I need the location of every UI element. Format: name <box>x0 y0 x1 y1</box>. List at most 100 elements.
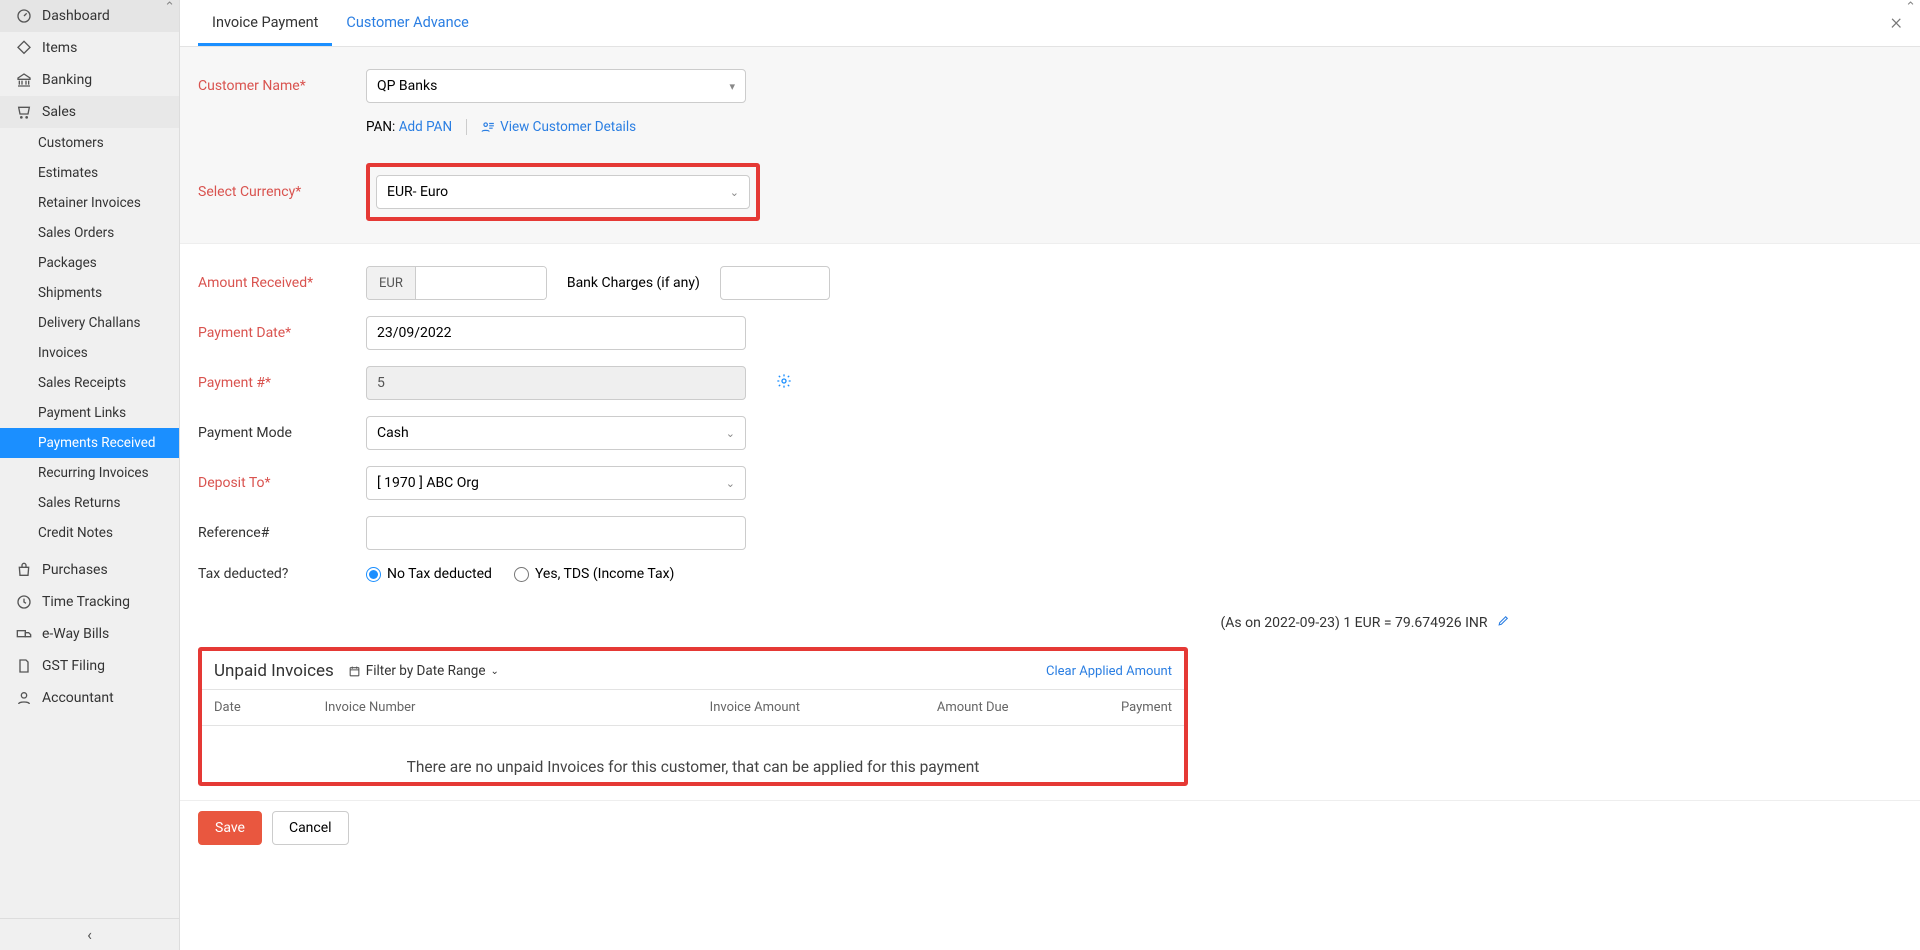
filter-date-range[interactable]: Filter by Date Range ⌄ <box>348 663 499 679</box>
clear-applied-amount[interactable]: Clear Applied Amount <box>1046 664 1172 679</box>
customer-name-value: QP Banks <box>377 78 437 94</box>
nav-label: Time Tracking <box>42 594 130 610</box>
customer-name-label: Customer Name* <box>198 78 366 94</box>
view-customer-link[interactable]: View Customer Details <box>481 119 636 135</box>
amount-input-group: EUR <box>366 266 547 300</box>
bank-charges-label: Bank Charges (if any) <box>567 275 700 291</box>
radio-no-tax[interactable]: No Tax deducted <box>366 566 492 582</box>
doc-icon <box>16 658 32 674</box>
sub-payment-links[interactable]: Payment Links <box>0 398 179 428</box>
sub-shipments[interactable]: Shipments <box>0 278 179 308</box>
tax-radio-group: No Tax deducted Yes, TDS (Income Tax) <box>366 566 674 582</box>
divider <box>466 119 467 135</box>
tag-icon <box>16 40 32 56</box>
payment-no-label: Payment #* <box>198 375 366 391</box>
nav-dashboard[interactable]: Dashboard <box>0 0 179 32</box>
customer-name-select[interactable]: QP Banks ▾ <box>366 69 746 103</box>
cancel-button[interactable]: Cancel <box>272 811 349 845</box>
chevron-down-icon: ⌄ <box>730 186 739 199</box>
unpaid-empty-message: There are no unpaid Invoices for this cu… <box>202 726 1184 782</box>
sub-sales-returns[interactable]: Sales Returns <box>0 488 179 518</box>
nav-gst-filing[interactable]: GST Filing <box>0 650 179 682</box>
amount-received-input[interactable] <box>416 267 546 299</box>
nav-purchases[interactable]: Purchases <box>0 554 179 586</box>
nav-time-tracking[interactable]: Time Tracking <box>0 586 179 618</box>
unpaid-table: Date Invoice Number Invoice Amount Amoun… <box>202 689 1184 726</box>
nav-eway-bills[interactable]: e-Way Bills <box>0 618 179 650</box>
clock-icon <box>16 594 32 610</box>
sidebar: ⌃ Dashboard Items Banking Sales Customer… <box>0 0 180 950</box>
sidebar-collapse[interactable]: ‹ <box>0 918 179 950</box>
bank-charges-input[interactable] <box>731 275 819 291</box>
currency-label: Select Currency* <box>198 184 366 200</box>
payment-date-input[interactable] <box>377 325 735 341</box>
reference-input-wrap <box>366 516 746 550</box>
bank-icon <box>16 72 32 88</box>
chevron-down-icon: ⌄ <box>726 427 735 440</box>
nav-label: Accountant <box>42 690 114 706</box>
pan-label: PAN: Add PAN <box>366 119 452 135</box>
reference-label: Reference# <box>198 525 366 541</box>
scroll-up-hint: ⌃ <box>164 0 175 15</box>
customer-icon <box>481 120 495 134</box>
payment-mode-label: Payment Mode <box>198 425 366 441</box>
form-top-section: Customer Name* QP Banks ▾ PAN: Add PAN V… <box>180 47 1920 244</box>
sub-customers[interactable]: Customers <box>0 128 179 158</box>
pencil-icon[interactable] <box>1497 615 1510 631</box>
close-icon[interactable]: × <box>1890 10 1902 35</box>
gear-icon[interactable] <box>776 373 792 393</box>
nav-banking[interactable]: Banking <box>0 64 179 96</box>
sub-packages[interactable]: Packages <box>0 248 179 278</box>
radio-tds-input[interactable] <box>514 567 529 582</box>
currency-highlight: EUR- Euro ⌄ <box>366 163 760 221</box>
sub-estimates[interactable]: Estimates <box>0 158 179 188</box>
main-content: ⌃ Invoice Payment Customer Advance × Cus… <box>180 0 1920 950</box>
person-icon <box>16 690 32 706</box>
currency-select[interactable]: EUR- Euro ⌄ <box>376 175 750 209</box>
payment-mode-select[interactable]: Cash ⌄ <box>366 416 746 450</box>
nav-label: Purchases <box>42 562 108 578</box>
col-invoice-amount: Invoice Amount <box>563 690 812 726</box>
sub-invoices[interactable]: Invoices <box>0 338 179 368</box>
sub-payments-received[interactable]: Payments Received <box>0 428 179 458</box>
nav-accountant[interactable]: Accountant <box>0 682 179 714</box>
exchange-rate-line: (As on 2022-09-23) 1 EUR = 79.674926 INR <box>180 604 1920 637</box>
deposit-select[interactable]: [ 1970 ] ABC Org ⌄ <box>366 466 746 500</box>
nav-label: Banking <box>42 72 92 88</box>
unpaid-invoices-highlight: Unpaid Invoices Filter by Date Range ⌄ C… <box>198 647 1188 786</box>
payment-no-input: 5 <box>366 366 746 400</box>
nav-label: GST Filing <box>42 658 105 674</box>
deposit-value: [ 1970 ] ABC Org <box>377 475 479 491</box>
nav-items[interactable]: Items <box>0 32 179 64</box>
nav-label: e-Way Bills <box>42 626 109 642</box>
chevron-down-icon: ▾ <box>729 80 735 93</box>
amount-prefix: EUR <box>367 267 416 299</box>
payment-date-label: Payment Date* <box>198 325 366 341</box>
reference-input[interactable] <box>377 525 735 541</box>
radio-tds[interactable]: Yes, TDS (Income Tax) <box>514 566 674 582</box>
nav-label: Dashboard <box>42 8 110 24</box>
nav-label: Sales <box>42 104 76 120</box>
tab-customer-advance[interactable]: Customer Advance <box>332 0 482 46</box>
dashboard-icon <box>16 8 32 24</box>
col-invoice-number: Invoice Number <box>313 690 563 726</box>
payment-mode-value: Cash <box>377 425 409 441</box>
nav-sales[interactable]: Sales <box>0 96 179 128</box>
save-button[interactable]: Save <box>198 811 262 845</box>
footer: Save Cancel <box>180 800 1920 855</box>
radio-no-tax-input[interactable] <box>366 567 381 582</box>
truck-icon <box>16 626 32 642</box>
sub-delivery-challans[interactable]: Delivery Challans <box>0 308 179 338</box>
sub-credit-notes[interactable]: Credit Notes <box>0 518 179 548</box>
add-pan-link[interactable]: Add PAN <box>399 119 452 135</box>
amount-label: Amount Received* <box>198 275 366 291</box>
customer-meta: PAN: Add PAN View Customer Details <box>366 119 1902 135</box>
sub-recurring-invoices[interactable]: Recurring Invoices <box>0 458 179 488</box>
tab-invoice-payment[interactable]: Invoice Payment <box>198 0 332 46</box>
sub-sales-receipts[interactable]: Sales Receipts <box>0 368 179 398</box>
nav-label: Items <box>42 40 77 56</box>
sub-retainer-invoices[interactable]: Retainer Invoices <box>0 188 179 218</box>
bag-icon <box>16 562 32 578</box>
chevron-down-icon: ⌄ <box>726 477 735 490</box>
sub-sales-orders[interactable]: Sales Orders <box>0 218 179 248</box>
